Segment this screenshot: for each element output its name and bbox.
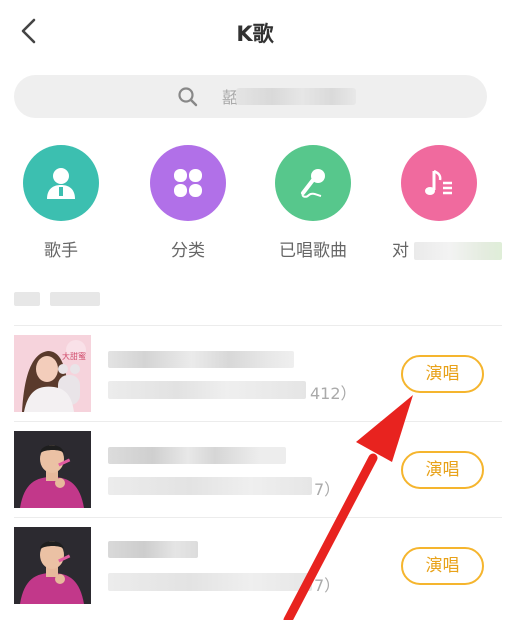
- category-more[interactable]: 对: [384, 145, 503, 261]
- album-cover: [14, 527, 91, 604]
- blurred-label: [414, 242, 503, 260]
- singer-icon: [23, 145, 99, 221]
- page-title: K歌: [236, 22, 274, 46]
- blurred-song-title: [108, 541, 198, 558]
- blurred-song-title: [108, 447, 286, 464]
- album-cover: [14, 431, 91, 508]
- category-label: 分类: [171, 241, 205, 261]
- album-cover: 大甜蜜: [14, 335, 91, 412]
- category-label: 对: [384, 236, 503, 261]
- song-row[interactable]: 大甜蜜 412） 演唱: [0, 325, 510, 421]
- music-list-icon: [401, 145, 477, 221]
- sing-button[interactable]: 演唱: [401, 451, 484, 489]
- svg-text:大甜蜜: 大甜蜜: [62, 351, 86, 361]
- blurred-placeholder: [236, 88, 356, 105]
- song-row[interactable]: 7） 演唱: [0, 421, 510, 517]
- header: K歌: [0, 0, 510, 64]
- clover-icon: [150, 145, 226, 221]
- song-row[interactable]: 7） 演唱: [0, 517, 510, 613]
- search-icon: [178, 87, 198, 107]
- category-genres[interactable]: 分类: [133, 145, 243, 261]
- song-info-tail: 7）: [314, 576, 341, 595]
- blurred-song-info: [108, 381, 306, 399]
- microphone-icon: [275, 145, 351, 221]
- blurred-song-info: [108, 477, 312, 495]
- category-label: 歌手: [44, 241, 78, 261]
- blurred-song-title: [108, 351, 294, 368]
- sing-button[interactable]: 演唱: [401, 355, 484, 393]
- sing-button[interactable]: 演唱: [401, 547, 484, 585]
- song-info-tail: 412）: [310, 384, 357, 403]
- blurred-section-title: [50, 292, 100, 306]
- category-sung-songs[interactable]: 已唱歌曲: [258, 145, 368, 261]
- search-bar[interactable]: 嚭: [14, 75, 487, 118]
- blurred-song-info: [108, 573, 312, 591]
- song-info-tail: 7）: [314, 480, 341, 499]
- category-singers[interactable]: 歌手: [6, 145, 116, 261]
- blurred-section-title: [14, 292, 40, 306]
- category-label: 已唱歌曲: [279, 241, 347, 261]
